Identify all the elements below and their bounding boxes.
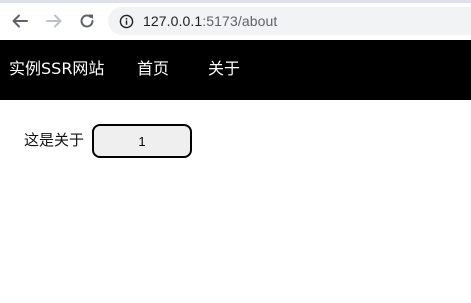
back-arrow-icon[interactable] — [8, 9, 32, 33]
browser-toolbar: 127.0.0.1:5173/about — [0, 0, 471, 40]
nav-link-about[interactable]: 关于 — [208, 59, 240, 79]
url-host: 127.0.0.1 — [143, 13, 203, 29]
nav-link-home[interactable]: 首页 — [137, 59, 169, 79]
address-bar[interactable]: 127.0.0.1:5173/about — [108, 7, 471, 35]
site-info-icon[interactable] — [118, 13, 134, 29]
url-path: :5173/about — [202, 13, 278, 29]
main-content: 这是关于 1 — [0, 100, 471, 303]
forward-arrow-icon[interactable] — [42, 9, 66, 33]
site-navbar: 实例SSR网站 首页 关于 — [0, 40, 471, 100]
count-button[interactable]: 1 — [92, 124, 192, 158]
site-brand: 实例SSR网站 — [9, 59, 105, 78]
reload-icon[interactable] — [75, 9, 99, 33]
about-text: 这是关于 — [24, 131, 85, 149]
url-text[interactable]: 127.0.0.1:5173/about — [143, 13, 277, 29]
